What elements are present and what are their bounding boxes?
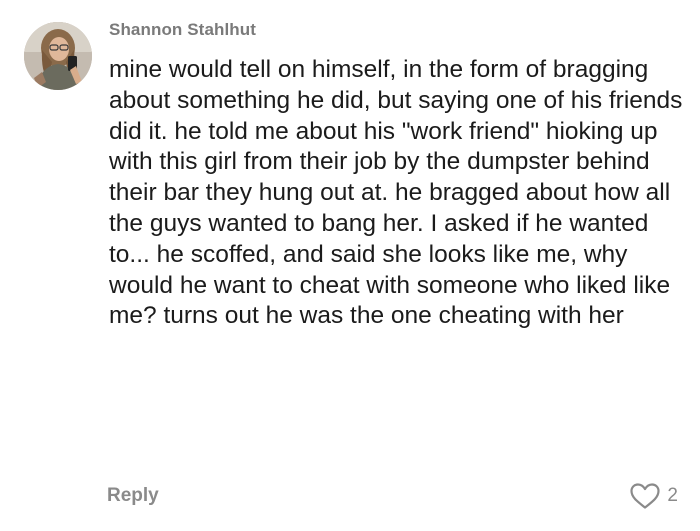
like-group: 2: [629, 482, 678, 510]
heart-outline-icon[interactable]: [629, 482, 661, 510]
reply-button[interactable]: Reply: [107, 485, 159, 507]
avatar[interactable]: [24, 22, 92, 90]
avatar-photo: [24, 22, 92, 90]
like-count: 2: [667, 485, 678, 506]
comment-text: mine would tell on himself, in the form …: [109, 56, 683, 330]
comment-author[interactable]: Shannon Stahlhut: [109, 20, 256, 40]
